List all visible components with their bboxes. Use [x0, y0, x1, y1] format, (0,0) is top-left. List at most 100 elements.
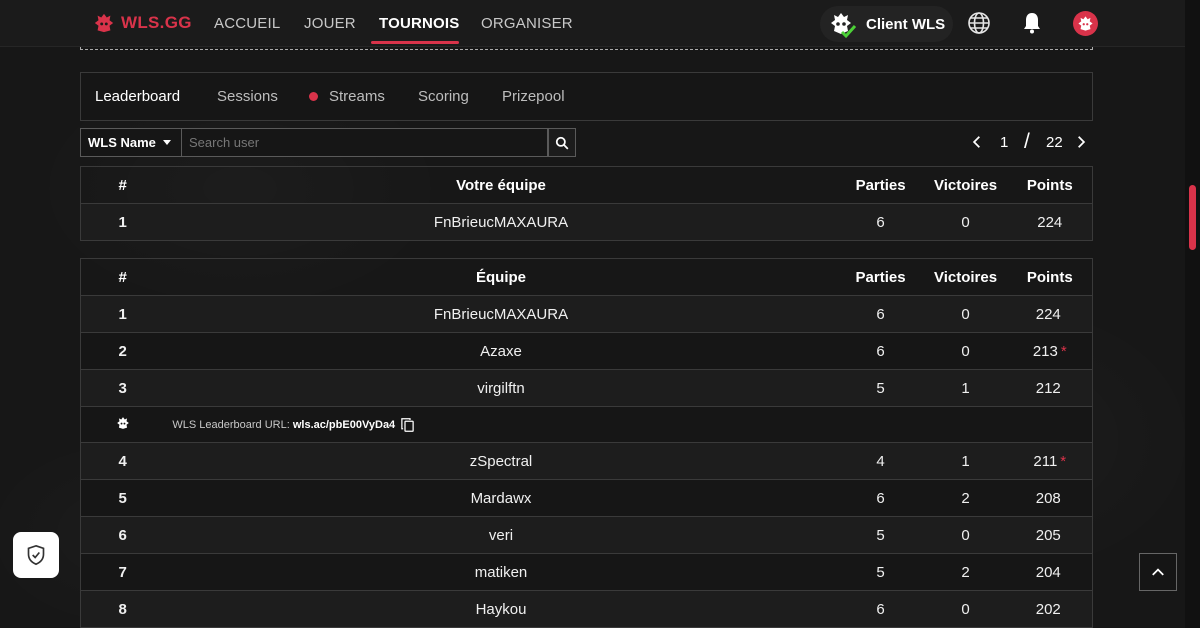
row-victoires: 0 — [923, 516, 1008, 554]
row-points: 213 * — [1007, 332, 1093, 370]
tab-sessions[interactable]: Sessions — [217, 73, 278, 120]
privacy-shield-button[interactable] — [13, 532, 59, 578]
row-victoires: 0 — [923, 590, 1008, 628]
col-rank: # — [80, 166, 165, 204]
col-points: Points — [1007, 166, 1093, 204]
row-parties: 4 — [837, 442, 924, 480]
points-value: 204 — [1035, 563, 1061, 581]
points-value: 208 — [1035, 489, 1061, 507]
leaderboard-tabs: Leaderboard Sessions Streams Scoring Pri… — [80, 72, 1093, 121]
row-team: FnBrieucMAXAURA — [164, 203, 838, 241]
tab-streams[interactable]: Streams — [309, 73, 385, 120]
chevron-left-icon[interactable] — [970, 135, 984, 149]
search-filter-value: WLS Name — [88, 135, 156, 150]
table-row[interactable]: 1 FnBrieucMAXAURA 6 0 224 — [80, 295, 1093, 333]
points-value: 224 — [1035, 305, 1061, 323]
url-label: WLS Leaderboard URL: — [172, 418, 290, 431]
leaderboard-url-row: WLS Leaderboard URL: wls.ac/pbE00VyDa4 — [80, 406, 1093, 443]
globe-icon[interactable] — [967, 11, 991, 35]
search-filter-select[interactable]: WLS Name — [80, 128, 182, 157]
col-rank: # — [80, 258, 165, 296]
row-rank: 5 — [80, 479, 165, 517]
row-parties: 6 — [837, 479, 924, 517]
wls-logo-icon — [94, 13, 114, 33]
bell-icon[interactable] — [1020, 11, 1044, 35]
pager-total: 22 — [1046, 134, 1063, 151]
table-header-row: # Équipe Parties Victoires Points — [80, 258, 1093, 296]
row-team: virgilftn — [164, 369, 838, 407]
row-parties: 5 — [837, 369, 924, 407]
tab-leaderboard[interactable]: Leaderboard — [95, 73, 180, 120]
row-victoires: 0 — [923, 295, 1008, 333]
tab-scoring[interactable]: Scoring — [418, 73, 469, 120]
caret-down-icon — [162, 140, 171, 145]
tab-prizepool[interactable]: Prizepool — [502, 73, 565, 120]
row-victoires: 0 — [923, 332, 1008, 370]
row-team: matiken — [164, 553, 838, 591]
row-rank: 2 — [80, 332, 165, 370]
pager-current: 1 — [1000, 134, 1009, 151]
table-row[interactable]: 3 virgilftn 5 1 212 — [80, 369, 1093, 407]
row-parties: 5 — [837, 516, 924, 554]
brand-logo[interactable]: WLS.GG — [93, 12, 192, 34]
row-victoires: 1 — [923, 442, 1008, 480]
pager-separator: / — [1024, 130, 1030, 153]
table-row[interactable]: 8 Haykou 6 0 202 — [80, 590, 1093, 628]
scrollbar-thumb[interactable] — [1189, 185, 1196, 250]
avatar-mascot-icon — [1078, 16, 1093, 31]
row-team: Mardawx — [164, 479, 838, 517]
col-points: Points — [1007, 258, 1093, 296]
search-button[interactable] — [548, 128, 576, 157]
nav-tournois[interactable]: TOURNOIS — [379, 0, 460, 47]
nav-accueil[interactable]: ACCUEIL — [214, 0, 280, 47]
row-team: zSpectral — [164, 442, 838, 480]
row-points: 204 — [1007, 553, 1093, 591]
points-value: 202 — [1035, 600, 1061, 618]
nav-active-underline — [371, 41, 459, 44]
url-row-icon-cell — [80, 406, 165, 443]
row-rank: 1 — [80, 203, 165, 241]
row-points: 202 — [1007, 590, 1093, 628]
user-avatar[interactable] — [1073, 11, 1098, 36]
nav-organiser[interactable]: ORGANISER — [481, 0, 573, 47]
row-team: Haykou — [164, 590, 838, 628]
table-row[interactable]: 4 zSpectral 4 1 211 * — [80, 442, 1093, 480]
row-rank: 7 — [80, 553, 165, 591]
row-points: 212 — [1007, 369, 1093, 407]
points-value: 213 — [1032, 342, 1058, 360]
shield-check-icon — [27, 544, 45, 566]
row-parties: 6 — [837, 203, 924, 241]
page-scrollbar[interactable] — [1185, 0, 1200, 628]
leaderboard-url: WLS Leaderboard URL: wls.ac/pbE00VyDa4 — [164, 406, 1093, 443]
scroll-to-top-button[interactable] — [1139, 553, 1177, 591]
col-parties: Parties — [837, 166, 924, 204]
row-rank: 1 — [80, 295, 165, 333]
table-row[interactable]: 6 veri 5 0 205 — [80, 516, 1093, 554]
leaderboard-table: # Équipe Parties Victoires Points 1 FnBr… — [80, 258, 1093, 628]
row-victoires: 2 — [923, 553, 1008, 591]
search-icon — [555, 136, 569, 149]
col-parties: Parties — [837, 258, 924, 296]
url-value[interactable]: wls.ac/pbE00VyDa4 — [293, 418, 395, 430]
table-row[interactable]: 7 matiken 5 2 204 — [80, 553, 1093, 591]
tab-streams-label: Streams — [329, 88, 385, 105]
top-navbar: WLS.GG ACCUEIL JOUER TOURNOIS ORGANISER … — [0, 0, 1185, 47]
row-team: veri — [164, 516, 838, 554]
table-row[interactable]: 1 FnBrieucMAXAURA 6 0 224 — [80, 203, 1093, 241]
copy-icon[interactable] — [400, 417, 415, 433]
row-rank: 3 — [80, 369, 165, 407]
row-team: FnBrieucMAXAURA — [164, 295, 838, 333]
chevron-right-icon[interactable] — [1074, 135, 1088, 149]
points-value: 211 — [1033, 452, 1058, 470]
row-points: 224 — [1007, 203, 1093, 241]
table-row[interactable]: 5 Mardawx 6 2 208 — [80, 479, 1093, 517]
nav-jouer[interactable]: JOUER — [304, 0, 356, 47]
live-dot-icon — [309, 92, 318, 101]
col-victoires: Victoires — [923, 166, 1008, 204]
row-rank: 8 — [80, 590, 165, 628]
col-team: Votre équipe — [164, 166, 838, 204]
table-row[interactable]: 2 Azaxe 6 0 213 * — [80, 332, 1093, 370]
client-wls-button[interactable]: Client WLS — [820, 6, 953, 42]
search-input[interactable] — [182, 128, 548, 157]
brand-name: WLS.GG — [121, 13, 192, 32]
